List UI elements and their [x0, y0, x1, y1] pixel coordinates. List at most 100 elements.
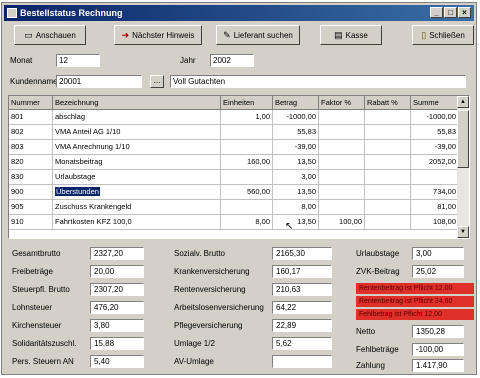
table-cell[interactable]: 13,50 — [273, 155, 319, 170]
table-cell[interactable]: 8,00 — [273, 200, 319, 215]
table-row[interactable]: 802 VMA Anteil AG 1/10 55,83 55,83 — [9, 125, 459, 140]
kunde-lookup-button[interactable]: ... — [150, 75, 164, 88]
table-cell[interactable]: 13,50 — [273, 215, 319, 230]
kasse-button[interactable]: ▤ Kasse — [320, 25, 382, 45]
col-header-rabatt[interactable]: Rabatt % — [365, 96, 411, 110]
table-cell[interactable]: 560,00 — [221, 185, 273, 200]
table-cell[interactable]: 910 — [9, 215, 53, 230]
table-cell-text: abschlag — [55, 112, 86, 121]
table-cell[interactable]: 160,00 — [221, 155, 273, 170]
search-supplier-button[interactable]: ✎ Lieferant suchen — [216, 25, 300, 45]
table-cell[interactable]: Zuschuss Krankengeld — [53, 200, 221, 215]
table-row[interactable]: 820 Monatsbeitrag 160,00 13,50 2052,00 — [9, 155, 459, 170]
table-row[interactable]: 905 Zuschuss Krankengeld 8,00 81,00 — [9, 200, 459, 215]
table-row[interactable]: 900 Überstunden 560,00 13,50 734,00 — [9, 185, 459, 200]
table-cell-text: 100,00 — [339, 217, 362, 226]
table-cell[interactable] — [319, 170, 365, 185]
table-cell[interactable] — [365, 200, 411, 215]
table-cell[interactable] — [221, 200, 273, 215]
table-cell[interactable]: 108,00 — [411, 215, 459, 230]
close-button[interactable]: × — [458, 7, 471, 18]
table-cell[interactable]: -1000,00 — [411, 110, 459, 125]
scroll-down-button[interactable]: ▼ — [457, 226, 469, 238]
table-cell[interactable]: 734,00 — [411, 185, 459, 200]
window-title: Bestellstatus Rechnung — [20, 8, 123, 18]
table-cell[interactable] — [411, 170, 459, 185]
table-cell[interactable]: VMA Anrechnung 1/10 — [53, 140, 221, 155]
table-cell[interactable]: 820 — [9, 155, 53, 170]
table-cell[interactable] — [319, 200, 365, 215]
table-cell[interactable] — [365, 170, 411, 185]
table-cell[interactable] — [365, 185, 411, 200]
table-cell[interactable]: 2052,00 — [411, 155, 459, 170]
next-hint-label: Nächster Hinweis — [132, 30, 195, 40]
table-cell[interactable] — [365, 155, 411, 170]
table-cell[interactable] — [365, 140, 411, 155]
table-cell[interactable]: Fahrtkosten KFZ 100,0 — [53, 215, 221, 230]
table-cell[interactable] — [221, 125, 273, 140]
table-cell[interactable]: 3,00 — [273, 170, 319, 185]
scroll-thumb[interactable] — [457, 110, 469, 168]
table-cell[interactable] — [319, 110, 365, 125]
table-row[interactable]: 830 Urlaubstage 3,00 — [9, 170, 459, 185]
table-cell[interactable]: 100,00 — [319, 215, 365, 230]
table-cell[interactable]: 802 — [9, 125, 53, 140]
next-hint-button[interactable]: ➜ Nächster Hinweis — [114, 25, 202, 45]
kunde-field[interactable]: 20001 — [56, 75, 142, 88]
table-cell-text: 13,50 — [297, 157, 316, 166]
table-cell[interactable] — [319, 155, 365, 170]
minimize-button[interactable]: _ — [430, 7, 443, 18]
col-header-betrag[interactable]: Betrag — [273, 96, 319, 110]
table-cell-text: 910 — [11, 217, 24, 226]
summary-value-field: 5,40 — [90, 355, 144, 368]
table-cell[interactable]: 13,50 — [273, 185, 319, 200]
col-header-faktor[interactable]: Faktor % — [319, 96, 365, 110]
col-header-einheiten[interactable]: Einheiten — [221, 96, 273, 110]
anschauen-button[interactable]: ▭ Anschauen — [14, 25, 86, 45]
table-cell[interactable] — [319, 140, 365, 155]
col-header-nummer[interactable]: Nummer — [9, 96, 53, 110]
table-cell[interactable]: -1000,00 — [273, 110, 319, 125]
table-cell[interactable] — [319, 125, 365, 140]
scroll-up-button[interactable]: ▲ — [457, 96, 469, 108]
table-cell[interactable]: abschlag — [53, 110, 221, 125]
table-cell[interactable] — [365, 110, 411, 125]
maximize-button[interactable]: □ — [444, 7, 457, 18]
summary-label: Kirchensteuer — [12, 321, 62, 330]
zvk-field: 25,02 — [412, 265, 464, 278]
table-cell[interactable]: 803 — [9, 140, 53, 155]
table-cell[interactable] — [221, 170, 273, 185]
summary-label: Steuerpfl. Brutto — [12, 285, 70, 294]
table-cell[interactable]: Urlaubstage — [53, 170, 221, 185]
vertical-scrollbar[interactable]: ▲ ▼ — [457, 96, 469, 238]
table-cell-text: 802 — [11, 127, 24, 136]
table-cell[interactable]: -39,00 — [411, 140, 459, 155]
table-cell[interactable]: 830 — [9, 170, 53, 185]
title-bar[interactable]: Bestellstatus Rechnung _ □ × — [4, 5, 474, 21]
table-row[interactable]: 910 Fahrtkosten KFZ 100,0 8,00 13,50 100,00 1… — [9, 215, 459, 230]
table-cell[interactable]: 81,00 — [411, 200, 459, 215]
table-cell[interactable] — [365, 125, 411, 140]
table-cell[interactable] — [365, 215, 411, 230]
table-cell[interactable]: 900 — [9, 185, 53, 200]
table-cell[interactable]: 905 — [9, 200, 53, 215]
table-row[interactable]: 803 VMA Anrechnung 1/10 -39,00 -39,00 — [9, 140, 459, 155]
table-cell[interactable] — [319, 185, 365, 200]
table-cell[interactable]: 1,00 — [221, 110, 273, 125]
table-cell[interactable]: VMA Anteil AG 1/10 — [53, 125, 221, 140]
table-cell-text: -39,00 — [434, 142, 456, 151]
table-cell[interactable]: -39,00 — [273, 140, 319, 155]
close-dialog-button[interactable]: ▯ Schließen — [412, 25, 474, 45]
col-header-summe[interactable]: Summe — [411, 96, 459, 110]
monat-field[interactable]: 12 — [56, 54, 100, 67]
table-cell[interactable]: Überstunden — [53, 185, 221, 200]
table-cell[interactable]: 55,83 — [273, 125, 319, 140]
table-cell[interactable] — [221, 140, 273, 155]
jahr-field[interactable]: 2002 — [210, 54, 254, 67]
table-cell[interactable]: Monatsbeitrag — [53, 155, 221, 170]
col-header-bezeichnung[interactable]: Bezeichnung — [53, 96, 221, 110]
table-cell[interactable]: 801 — [9, 110, 53, 125]
table-row[interactable]: 801 abschlag 1,00 -1000,00 -1000,00 — [9, 110, 459, 125]
table-cell[interactable]: 55,83 — [411, 125, 459, 140]
table-cell[interactable]: 8,00 — [221, 215, 273, 230]
